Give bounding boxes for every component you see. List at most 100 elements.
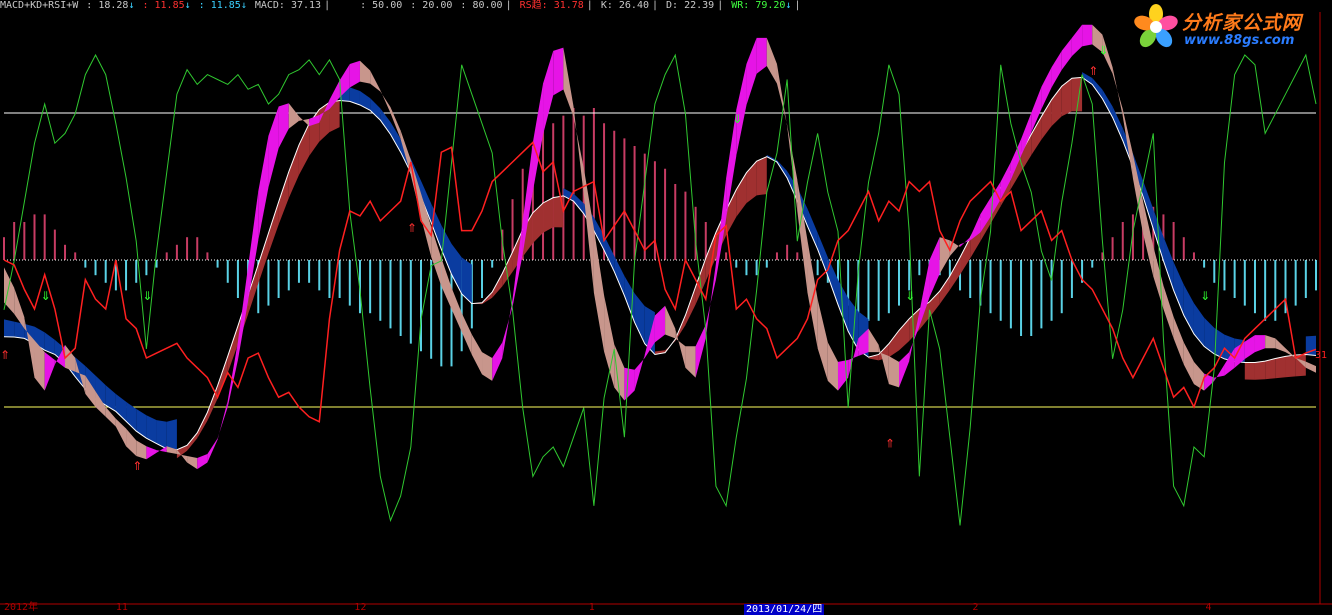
down-arrow-icon: ↓ <box>240 0 247 11</box>
kd-ribbon-segment <box>736 64 747 157</box>
rs-line <box>3 141 1317 423</box>
trend-ribbon-segment <box>1183 284 1194 334</box>
x-axis-highlight-date: 2013/01/24/四 <box>744 604 825 615</box>
kd-ribbon-segment <box>685 346 696 378</box>
kd-ribbon-segment <box>156 446 167 453</box>
legend-separator: | <box>324 0 331 11</box>
trend-ribbon-segment <box>1285 354 1296 378</box>
kd-ribbon-segment <box>1244 335 1255 359</box>
kd-ribbon-segment <box>675 328 686 368</box>
trend-ribbon-segment <box>1163 236 1174 291</box>
trend-ribbon-segment <box>451 243 462 294</box>
trend-ribbon-segment <box>634 293 645 344</box>
trend-ribbon-segment <box>1173 262 1184 316</box>
kd-ribbon-segment <box>563 47 574 117</box>
kd-ribbon-segment <box>1193 361 1205 391</box>
trend-ribbon-segment <box>532 202 544 244</box>
legend-item: : 11.85 <box>142 0 185 11</box>
trend-ribbon-segment <box>899 318 910 351</box>
buy-arrow-icon: ⇑ <box>0 348 10 362</box>
x-tick-label: 1 <box>588 602 595 613</box>
kd-ribbon-segment <box>756 37 767 74</box>
kd-ribbon-segment <box>502 299 513 358</box>
sell-arrow-icon: ⇓ <box>1200 289 1210 303</box>
kd-ribbon-segment <box>258 135 269 241</box>
legend-item: : 80.00 <box>460 0 503 11</box>
trend-ribbon-segment <box>370 98 381 121</box>
kd-ribbon-segment <box>949 240 961 257</box>
kd-ribbon-segment <box>451 287 462 332</box>
kd-ribbon-segment <box>187 456 198 470</box>
kd-ribbon-segment <box>695 324 706 378</box>
trend-ribbon-segment <box>1112 106 1123 141</box>
kd-ribbon-segment <box>888 356 900 388</box>
site-logo: 分析家公式网 www.88gs.com <box>1130 2 1326 54</box>
logo-url: www.88gs.com <box>1184 33 1295 48</box>
kd-ribbon-segment <box>868 328 879 353</box>
kd-ribbon-segment <box>1173 316 1184 365</box>
legend-item: D: 22.39 <box>666 0 715 11</box>
flower-logo-icon <box>1134 4 1178 48</box>
legend-separator: | <box>586 0 593 11</box>
sell-arrow-icon: ⇓ <box>905 289 915 303</box>
kd-ribbon-segment <box>492 342 503 381</box>
kd-ribbon-segment <box>746 37 757 106</box>
legend-separator: | <box>794 0 801 11</box>
kd-ribbon-segment <box>899 352 910 388</box>
kd-ribbon-segment <box>482 352 493 381</box>
trend-ribbon-segment <box>888 330 900 358</box>
rs-end-value: 31 <box>1315 350 1328 361</box>
indicator-chart[interactable]: ⇑⇑⇑⇑⇑⇓ ⇓⇓⇓⇓⇓ <box>0 0 1332 615</box>
kd-ribbon-segment <box>1265 335 1276 349</box>
kd-ribbon-segment <box>1071 24 1083 57</box>
kd-ribbon-segment <box>136 440 147 460</box>
legend-separator: | <box>717 0 724 11</box>
down-arrow-icon: ↓ <box>184 0 191 11</box>
sell-arrow-icon: ⇓ <box>41 289 51 303</box>
kd-ribbon-segment <box>4 267 15 314</box>
kd-ribbon-segment <box>654 305 666 343</box>
kd-ribbon-segment <box>380 90 391 113</box>
trend-ribbon-segment <box>298 123 310 175</box>
trend-ribbon-segment <box>1265 358 1276 380</box>
kd-ribbon-segment <box>349 60 360 88</box>
trend-ribbon-segment <box>705 232 716 282</box>
x-tick-label: 4 <box>1205 602 1212 613</box>
trend-ribbon-segment <box>105 385 116 412</box>
kd-ribbon-segment <box>817 299 828 381</box>
kd-ribbon-segment <box>278 103 289 149</box>
trend-ribbon-segment <box>1061 78 1072 117</box>
legend-separator: | <box>505 0 512 11</box>
trend-ribbon-segment <box>136 408 147 439</box>
indicator-legend: MACD+KD+RSI+W: 18.28↓: 11.85↓: 11.85↓ MAC… <box>0 0 800 12</box>
kd-ribbon-segment <box>217 400 228 440</box>
kd-ribbon-segment <box>288 103 299 129</box>
trend-ribbon-segment <box>685 286 696 326</box>
trend-ribbon-segment <box>543 197 554 233</box>
trend-ribbon-segment <box>929 291 940 318</box>
sell-arrow-icon: ⇓ <box>142 289 152 303</box>
kd-ribbon-segment <box>543 50 554 135</box>
trend-ribbon-segment <box>939 276 950 305</box>
legend-item: : 20.00 <box>410 0 453 11</box>
kd-ribbon-segment <box>207 438 218 463</box>
x-tick-label: 2012年 <box>3 602 39 613</box>
kd-ribbon-segment <box>665 305 676 339</box>
legend-item: : 18.28 <box>86 0 129 11</box>
trend-ribbon-segment <box>756 156 767 196</box>
trend-ribbon-segment <box>1244 362 1255 380</box>
kd-ribbon-segment <box>634 354 645 391</box>
sell-arrow-icon: ⇓ <box>732 112 742 126</box>
kd-ribbon-segment <box>268 106 279 188</box>
legend-item: MACD: 37.13 <box>254 0 322 11</box>
trend-ribbon-segment <box>461 257 472 304</box>
trend-ribbon-segment <box>960 237 971 275</box>
x-tick-label: 12 <box>354 602 367 613</box>
legend-separator: | <box>652 0 659 11</box>
kd-ribbon-segment <box>766 37 777 84</box>
kd-ribbon-segment <box>573 106 584 195</box>
trend-ribbon-segment <box>1254 361 1266 380</box>
kd-ribbon-segment <box>359 60 371 84</box>
trend-ribbon-segment <box>736 172 747 217</box>
sell-arrow-icon: ⇓ <box>1098 44 1108 58</box>
